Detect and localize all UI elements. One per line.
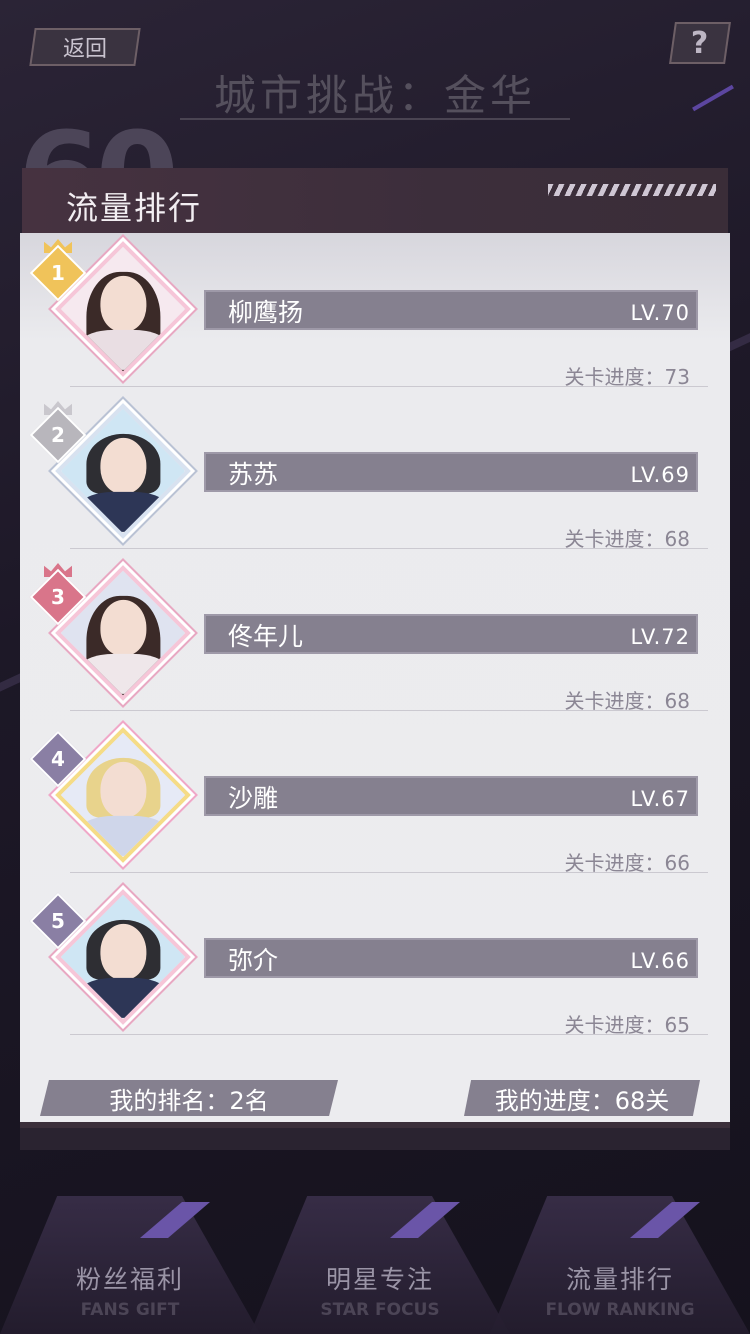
row-divider xyxy=(70,386,708,387)
name-bar xyxy=(204,452,698,492)
tab-star-focus[interactable]: 明星专注 STAR FOCUS xyxy=(250,1196,510,1334)
name-bar xyxy=(204,776,698,816)
ranking-row[interactable]: 2 苏苏 LV.69 关卡进度：68 xyxy=(20,395,730,557)
tab-sublabel: FLOW RANKING xyxy=(545,1300,695,1320)
tab-sublabel: FANS GIFT xyxy=(80,1300,180,1320)
ranking-row[interactable]: 5 弥介 LV.66 关卡进度：65 xyxy=(20,881,730,1043)
player-name: 柳鹰扬 xyxy=(228,298,304,327)
player-level: LV.72 xyxy=(630,625,690,649)
player-name: 沙雕 xyxy=(228,784,279,813)
player-level: LV.67 xyxy=(630,787,690,811)
tab-sublabel: STAR FOCUS xyxy=(320,1300,440,1320)
tab-label: 粉丝福利 xyxy=(75,1265,184,1294)
player-level: LV.66 xyxy=(630,949,690,973)
panel-shadow xyxy=(20,1128,730,1150)
ranking-panel: 1 柳鹰扬 LV.70 关卡进度：73 2 苏苏 LV.69 关卡进度：68 3… xyxy=(20,233,730,1128)
my-rank-label: 我的排名：2名 xyxy=(40,1080,338,1116)
name-bar xyxy=(204,938,698,978)
player-name: 苏苏 xyxy=(228,460,279,489)
ranking-row[interactable]: 1 柳鹰扬 LV.70 关卡进度：73 xyxy=(20,233,730,395)
row-divider xyxy=(70,548,708,549)
tab-flow-ranking[interactable]: 流量排行 FLOW RANKING xyxy=(490,1196,750,1334)
back-button[interactable]: 返回 xyxy=(29,28,141,66)
ranking-row[interactable]: 3 佟年儿 LV.72 关卡进度：68 xyxy=(20,557,730,719)
player-name: 佟年儿 xyxy=(228,622,304,651)
tab-fans-gift[interactable]: 粉丝福利 FANS GIFT xyxy=(0,1196,260,1334)
page-title: 城市挑战：金华 xyxy=(213,71,536,120)
player-level: LV.69 xyxy=(630,463,690,487)
help-icon: ? xyxy=(691,25,709,61)
player-level: LV.70 xyxy=(630,301,690,325)
back-button-label: 返回 xyxy=(62,37,107,62)
decorative-stripes xyxy=(548,184,716,196)
help-button[interactable]: ? xyxy=(669,22,731,64)
my-progress-label: 我的进度：68关 xyxy=(464,1080,700,1116)
row-divider xyxy=(70,872,708,873)
player-name: 弥介 xyxy=(228,946,279,975)
title-underline xyxy=(180,118,570,120)
row-divider xyxy=(70,710,708,711)
ranking-row[interactable]: 4 沙雕 LV.67 关卡进度：66 xyxy=(20,719,730,881)
tab-label: 流量排行 xyxy=(565,1265,674,1294)
panel-title: 流量排行 xyxy=(66,189,203,227)
row-divider xyxy=(70,1034,708,1035)
tab-label: 明星专注 xyxy=(325,1265,434,1294)
